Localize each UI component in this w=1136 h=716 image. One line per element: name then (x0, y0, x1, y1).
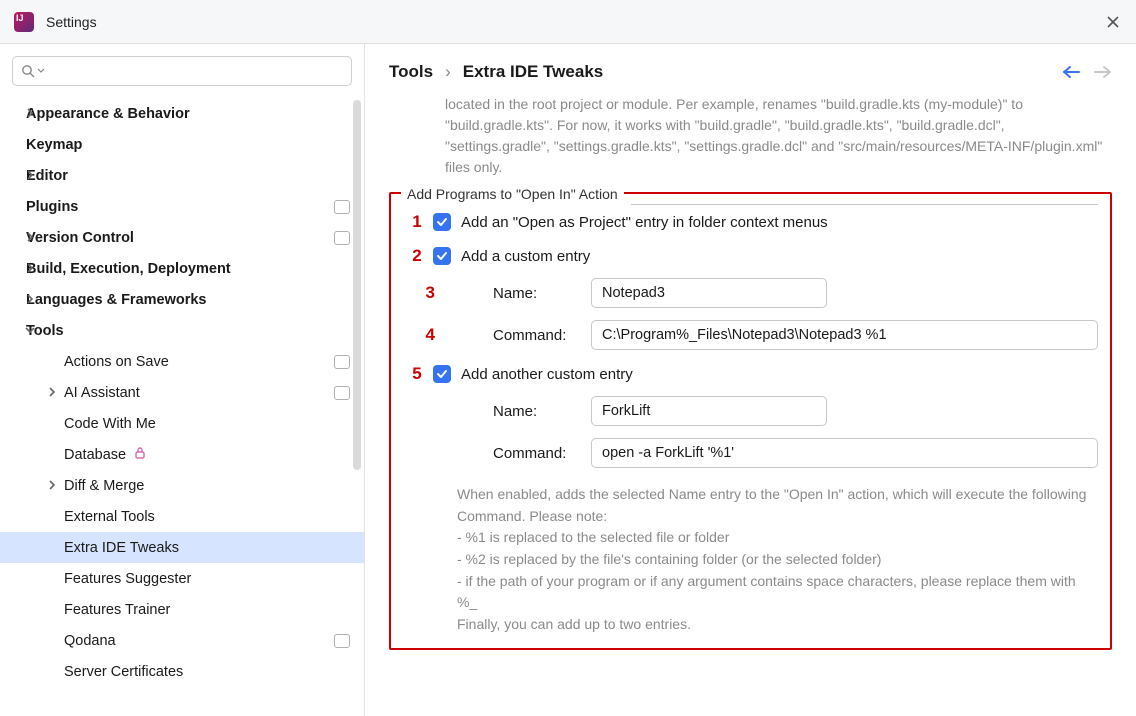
sidebar-item[interactable]: Database (0, 439, 364, 470)
checkbox-another-entry[interactable] (433, 365, 451, 383)
sidebar-item-label: Appearance & Behavior (26, 106, 190, 122)
sidebar-item-label: Build, Execution, Deployment (26, 261, 231, 277)
sidebar-item-label: Extra IDE Tweaks (64, 540, 179, 556)
breadcrumb: Tools › Extra IDE Tweaks (389, 62, 603, 82)
sidebar-item[interactable]: Features Suggester (0, 563, 364, 594)
breadcrumb-leaf: Extra IDE Tweaks (463, 62, 603, 82)
name-label: Name: (493, 285, 591, 302)
annotation-5: 5 (403, 364, 431, 384)
sidebar-item-label: Plugins (26, 199, 78, 215)
sidebar-item[interactable]: Qodana (0, 625, 364, 656)
app-icon (14, 12, 34, 32)
sidebar-item-label: Qodana (64, 633, 116, 649)
module-badge-icon (334, 231, 350, 245)
close-icon[interactable] (1104, 13, 1122, 31)
sidebar-item[interactable]: Build, Execution, Deployment (0, 253, 364, 284)
breadcrumb-root[interactable]: Tools (389, 62, 433, 82)
sidebar-item-label: Version Control (26, 230, 134, 246)
checkbox-open-as-project[interactable] (433, 213, 451, 231)
sidebar-item-label: Keymap (26, 137, 82, 153)
sidebar-item-label: Database (64, 447, 126, 463)
chevron-icon (24, 231, 36, 243)
sidebar-item-label: Languages & Frameworks (26, 292, 207, 308)
chevron-icon (24, 293, 36, 305)
sidebar-item[interactable]: Version Control (0, 222, 364, 253)
sidebar-item-label: Server Certificates (64, 664, 183, 680)
intro-text: located in the root project or module. P… (389, 94, 1112, 192)
sidebar-item[interactable]: External Tools (0, 501, 364, 532)
sidebar-item-label: External Tools (64, 509, 155, 525)
module-badge-icon (334, 200, 350, 214)
sidebar-item-label: Features Trainer (64, 602, 170, 618)
annotation-3: 3 (407, 283, 435, 303)
chevron-icon (24, 107, 36, 119)
chevron-icon (46, 386, 58, 398)
settings-tree: Appearance & Behavior Keymap Editor Plugins… (0, 94, 364, 716)
sidebar-item[interactable]: Code With Me (0, 408, 364, 439)
sidebar-item-selected[interactable]: Extra IDE Tweaks (0, 532, 364, 563)
checkbox-custom-entry[interactable] (433, 247, 451, 265)
section-legend: Add Programs to "Open In" Action (401, 186, 624, 202)
open-in-section: Add Programs to "Open In" Action 1 Add a… (389, 192, 1112, 650)
annotation-2: 2 (403, 246, 431, 266)
name-input-2[interactable] (591, 396, 827, 426)
sidebar-item[interactable]: Tools (0, 315, 364, 346)
name-input-1[interactable] (591, 278, 827, 308)
main-panel: Tools › Extra IDE Tweaks located in the … (365, 44, 1136, 716)
command-input-2[interactable] (591, 438, 1098, 468)
name-label: Name: (493, 403, 591, 420)
sidebar-item[interactable]: Plugins (0, 191, 364, 222)
checkbox-label: Add an "Open as Project" entry in folder… (461, 214, 828, 231)
search-input[interactable] (12, 56, 352, 86)
chevron-icon (24, 169, 36, 181)
sidebar-item[interactable]: Features Trainer (0, 594, 364, 625)
sidebar-item[interactable]: Editor (0, 160, 364, 191)
scrollbar[interactable] (353, 100, 361, 708)
sidebar-item-label: AI Assistant (64, 385, 140, 401)
window-title: Settings (46, 14, 97, 30)
sidebar-item-label: Code With Me (64, 416, 156, 432)
chevron-icon (24, 324, 36, 336)
sidebar-item[interactable]: Diff & Merge (0, 470, 364, 501)
command-label: Command: (493, 445, 591, 462)
lock-icon (134, 446, 146, 463)
annotation-1: 1 (403, 212, 431, 232)
chevron-icon (46, 479, 58, 491)
sidebar-item[interactable]: Server Certificates (0, 656, 364, 687)
module-badge-icon (334, 386, 350, 400)
command-label: Command: (493, 327, 591, 344)
annotation-4: 4 (407, 325, 435, 345)
chevron-right-icon: › (445, 62, 451, 82)
sidebar-item-label: Actions on Save (64, 354, 169, 370)
sidebar-item-label: Features Suggester (64, 571, 191, 587)
command-input-1[interactable] (591, 320, 1098, 350)
nav-forward-icon[interactable] (1094, 63, 1112, 81)
checkbox-label: Add another custom entry (461, 366, 633, 383)
module-badge-icon (334, 634, 350, 648)
sidebar-item[interactable]: Languages & Frameworks (0, 284, 364, 315)
sidebar-item[interactable]: AI Assistant (0, 377, 364, 408)
titlebar: Settings (0, 0, 1136, 44)
checkbox-label: Add a custom entry (461, 248, 590, 265)
help-text: When enabled, adds the selected Name ent… (457, 484, 1098, 636)
sidebar-item[interactable]: Appearance & Behavior (0, 98, 364, 129)
module-badge-icon (334, 355, 350, 369)
chevron-icon (24, 262, 36, 274)
sidebar-item[interactable]: Actions on Save (0, 346, 364, 377)
sidebar: Appearance & Behavior Keymap Editor Plugins… (0, 44, 365, 716)
sidebar-item-label: Diff & Merge (64, 478, 144, 494)
nav-back-icon[interactable] (1062, 63, 1080, 81)
sidebar-item[interactable]: Keymap (0, 129, 364, 160)
